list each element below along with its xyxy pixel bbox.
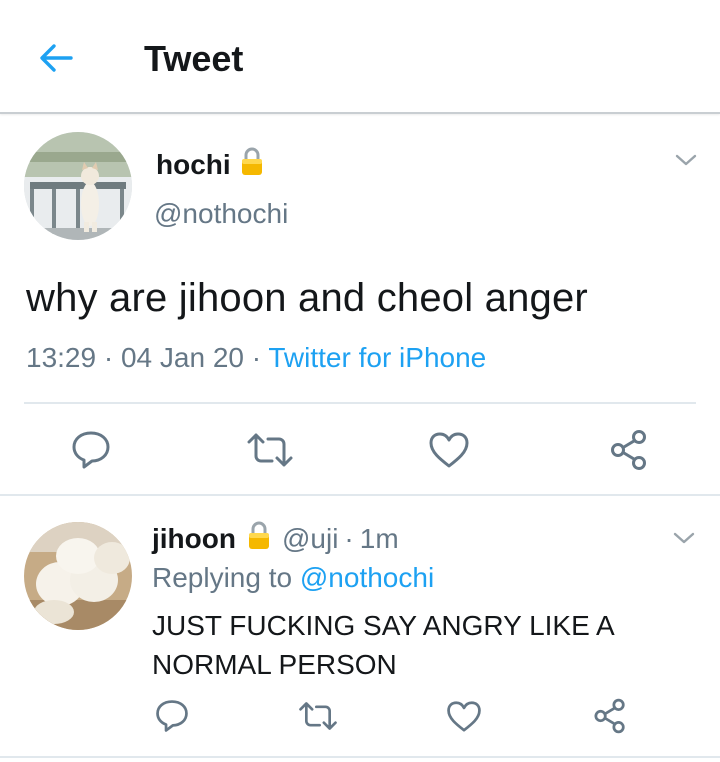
author-row: hochi (156, 146, 265, 183)
like-icon (429, 432, 469, 468)
retweet-icon (247, 433, 293, 467)
tweet-source-link[interactable]: Twitter for iPhone (268, 342, 486, 373)
replying-label: Replying to (152, 562, 293, 593)
divider (0, 494, 720, 496)
author-name[interactable]: hochi (156, 149, 231, 181)
meta-separator: · (344, 522, 354, 554)
reply-text: JUST FUCKING SAY ANGRY LIKE A NORMAL PER… (152, 610, 614, 680)
tweet-time: 13:29 (26, 342, 97, 373)
share-button[interactable] (590, 696, 630, 736)
retweet-button[interactable] (244, 428, 296, 472)
reply-icon (72, 431, 110, 469)
reply-button[interactable] (152, 696, 192, 736)
divider (0, 756, 720, 758)
reply-author-handle[interactable]: @uji (282, 523, 338, 555)
replying-to: Replying to @nothochi (152, 562, 434, 594)
meta-separator: · (251, 342, 262, 373)
retweet-button[interactable] (296, 696, 340, 736)
lock-icon (239, 146, 265, 183)
share-button[interactable] (606, 428, 652, 472)
replying-to-handle[interactable]: @nothochi (300, 562, 434, 593)
tweet-date: 04 Jan 20 (120, 342, 244, 373)
rice-balls-photo (24, 522, 132, 630)
back-button[interactable] (36, 38, 76, 78)
like-button[interactable] (426, 428, 472, 472)
reply-author-name[interactable]: jihoon (152, 523, 236, 555)
reply-button[interactable] (68, 428, 114, 472)
reply-time: 1m (359, 522, 399, 554)
page-title: Tweet (144, 38, 244, 79)
share-icon (611, 430, 646, 470)
cat-photo (24, 132, 132, 240)
top-bar: Tweet (0, 0, 720, 114)
tweet-text: why are jihoon and cheol anger (26, 276, 588, 320)
lock-icon (246, 520, 272, 557)
reply-avatar[interactable] (24, 522, 132, 630)
like-button[interactable] (444, 696, 484, 736)
tweet-meta: 13:29 · 04 Jan 20 · Twitter for iPhone (26, 342, 486, 374)
arrow-left-icon (40, 44, 73, 72)
chevron-down-icon[interactable] (674, 152, 698, 168)
divider (24, 402, 696, 404)
meta-separator: · (103, 342, 114, 373)
like-icon (447, 700, 481, 732)
share-icon (594, 698, 625, 734)
chevron-down-icon[interactable] (672, 530, 696, 546)
author-handle[interactable]: @nothochi (154, 198, 288, 230)
reply-icon (156, 700, 188, 732)
reply-header: jihoon @uji · 1m (152, 520, 399, 557)
retweet-icon (299, 702, 337, 730)
avatar[interactable] (24, 132, 132, 240)
